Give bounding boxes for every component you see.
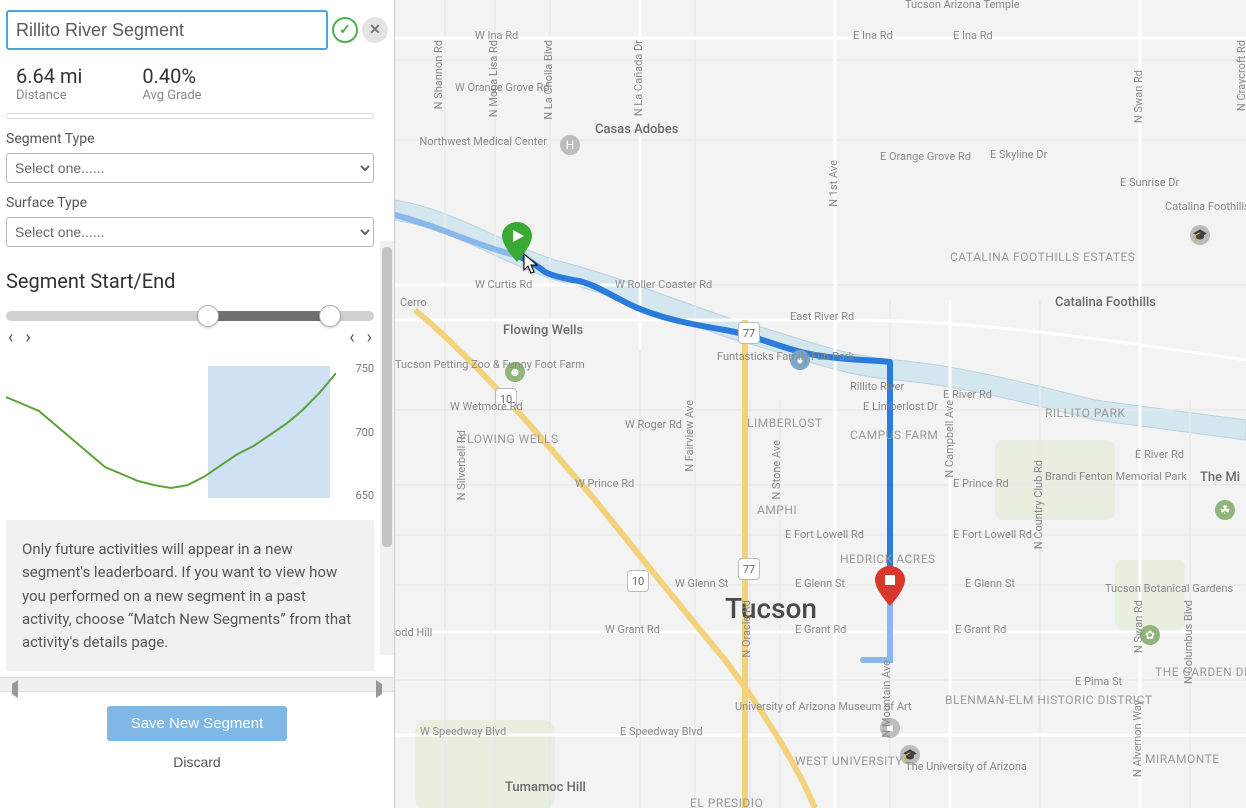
brandi-poi-icon: ☘ — [1215, 500, 1235, 520]
museum-poi-icon: ■ — [880, 718, 900, 738]
start-end-slider[interactable] — [6, 311, 374, 321]
start-nudge-left-icon[interactable]: ‹ — [6, 327, 15, 348]
hwy-77-shield-2: 77 — [738, 558, 760, 580]
segment-type-label: Segment Type — [6, 131, 374, 147]
distance-value: 6.64 mi — [16, 64, 82, 88]
hwy-10-shield: 10 — [495, 388, 517, 410]
elevation-chart: 750 700 650 — [6, 362, 374, 502]
catalina-hs-poi-icon: 🎓 — [1190, 225, 1210, 245]
collapsed-card — [6, 113, 374, 119]
surface-type-label: Surface Type — [6, 195, 374, 211]
elev-tick-700: 700 — [355, 426, 374, 439]
segment-name-input[interactable] — [6, 10, 328, 50]
surface-type-select[interactable]: Select one...... — [6, 217, 374, 247]
segment-type-select[interactable]: Select one...... — [6, 153, 374, 183]
elev-tick-750: 750 — [355, 362, 374, 375]
grade-label: Avg Grade — [142, 88, 201, 103]
save-segment-button[interactable]: Save New Segment — [107, 706, 288, 741]
hwy-77-shield: 77 — [738, 322, 760, 344]
grade-value: 0.40% — [142, 64, 201, 88]
hwy-10-shield-2: 10 — [627, 570, 649, 592]
hospital-poi-icon: H — [560, 135, 580, 155]
route-start-pin[interactable] — [502, 222, 532, 262]
horizontal-scrollbar[interactable] — [0, 677, 394, 691]
end-nudge-right-icon[interactable]: › — [365, 327, 374, 348]
grade-stat: 0.40% Avg Grade — [142, 64, 201, 103]
ua-poi-icon: 🎓 — [900, 745, 920, 765]
petting-zoo-poi-icon: ☻ — [505, 362, 525, 382]
map-canvas[interactable]: 10 10 77 77 H ☻ ● 🎓 ■ 🎓 ✿ ☘ Tucson W Ina… — [395, 0, 1246, 808]
distance-label: Distance — [16, 88, 82, 103]
slider-start-knob[interactable] — [197, 305, 219, 327]
discard-button[interactable]: Discard — [167, 753, 226, 771]
start-nudge-right-icon[interactable]: › — [23, 327, 32, 348]
segment-editor-sidebar: ✓ ✕ 6.64 mi Distance 0.40% Avg Grade Seg… — [0, 0, 395, 808]
cancel-name-icon[interactable]: ✕ — [362, 17, 388, 43]
end-nudge-left-icon[interactable]: ‹ — [347, 327, 356, 348]
confirm-name-icon[interactable]: ✓ — [332, 17, 358, 43]
funtasticks-poi-icon: ● — [790, 350, 810, 370]
info-note: Only future activities will appear in a … — [6, 520, 374, 671]
vertical-scrollbar[interactable] — [380, 241, 394, 655]
start-end-title: Segment Start/End — [6, 269, 374, 293]
distance-stat: 6.64 mi Distance — [16, 64, 82, 103]
sidebar-scroll-area[interactable]: Segment Type Select one...... Surface Ty… — [6, 113, 388, 671]
botanical-poi-icon: ✿ — [1140, 625, 1160, 645]
slider-end-knob[interactable] — [319, 305, 341, 327]
route-end-pin[interactable] — [875, 566, 905, 606]
elev-tick-650: 650 — [355, 489, 374, 502]
